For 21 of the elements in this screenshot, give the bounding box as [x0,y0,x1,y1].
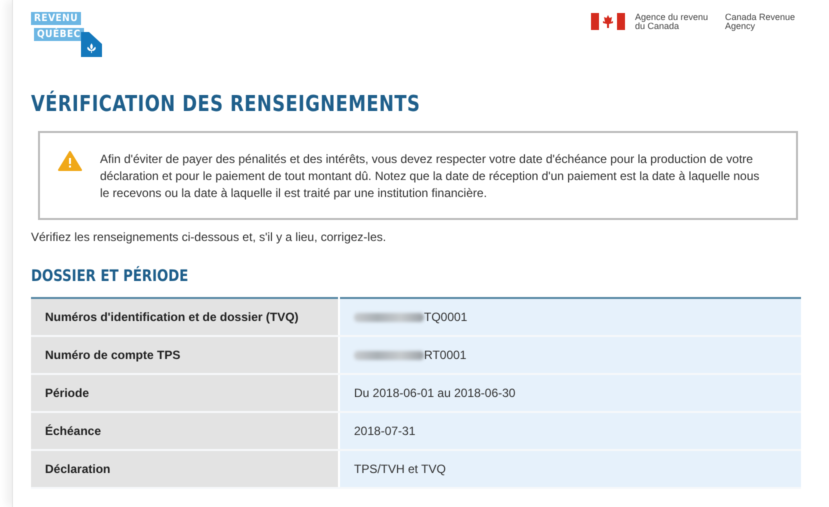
field-label: Période [31,374,339,412]
agency-name: Canada Revenue Agency [725,13,796,31]
field-value: RT0001 [339,336,801,374]
field-value: 2018-07-31 [339,412,801,450]
warning-icon [58,151,82,171]
field-label: Déclaration [31,450,339,488]
page-title: VÉRIFICATION DES RENSEIGNEMENTS [31,92,420,117]
logo-text: QUÉBEC [34,28,84,41]
field-value: TQ0001 [339,298,801,336]
section-heading: DOSSIER ET PÉRIODE [31,266,188,285]
field-label: Numéro de compte TPS [31,336,339,374]
logo-text: REVENU [31,12,82,25]
alert-text: Afin d'éviter de payer des pénalités et des intérêts, vous devez respecter votre date d'échéance pour la production de votre déclaration et pour le paiement de tout montant dû. Notez que la date de réception d'un paiement est la date à laquelle nous le recevons ou la date à laquelle il est traité par une institution financière. [100,151,760,202]
field-value: Du 2018-06-01 au 2018-06-30 [339,374,801,412]
instruction-text: Vérifiez les renseignements ci-dessous et, s'il y a lieu, corrigez-les. [31,230,388,244]
agency-name: Agence du revenu du Canada [635,13,710,31]
field-label: Échéance [31,412,339,450]
field-value: TPS/TVH et TVQ [339,450,801,488]
canada-flag-icon [591,13,625,30]
field-label: Numéros d'identification et de dossier (TVQ) [31,298,339,336]
fleur-de-lis-icon [81,32,102,57]
